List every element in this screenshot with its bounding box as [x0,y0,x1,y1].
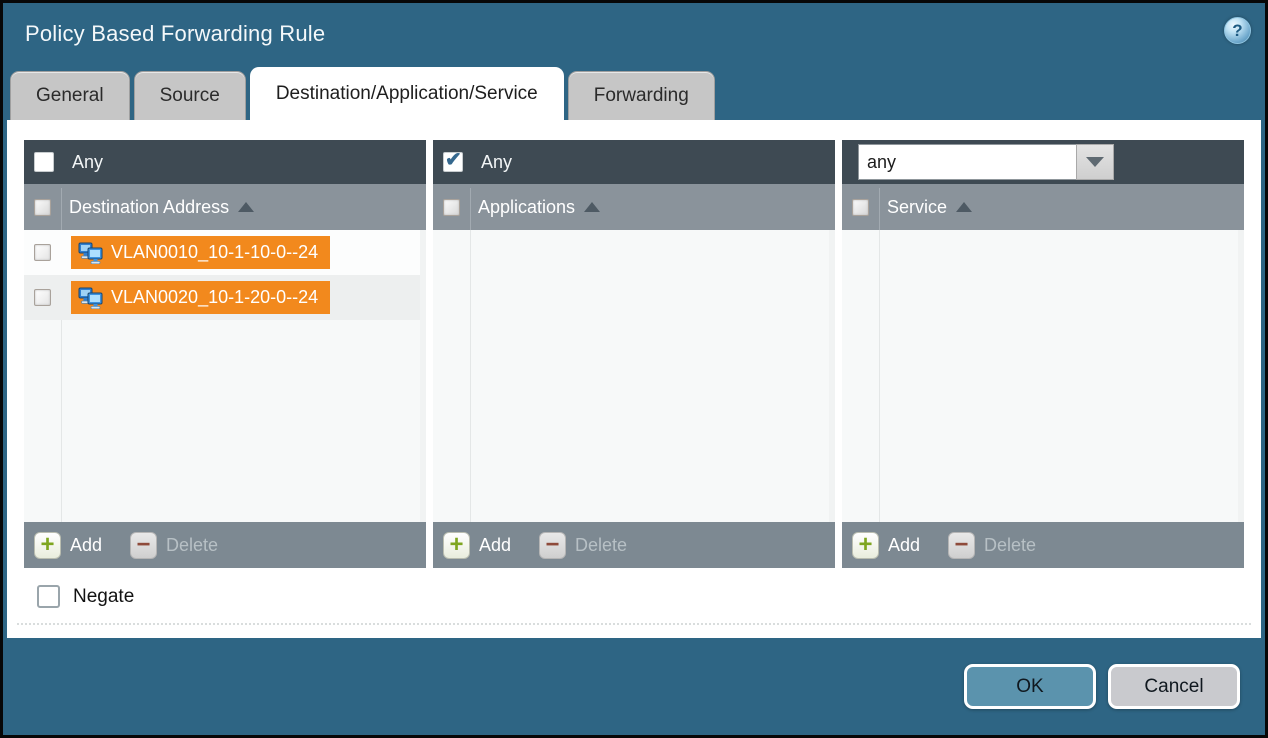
address-object-label: VLAN0010_10-1-10-0--24 [111,242,318,263]
service-dropdown-input[interactable] [858,144,1076,180]
row-checkbox[interactable] [34,289,51,306]
panels: Any Destination Address [24,140,1244,568]
service-dropdown-button[interactable] [1076,144,1114,180]
cancel-button[interactable]: Cancel [1108,664,1240,709]
tab-destination-application-service[interactable]: Destination/Application/Service [250,67,564,120]
destination-any-label: Any [72,152,103,173]
add-plus-icon: + [34,532,61,559]
delete-minus-icon: − [130,532,157,559]
add-button[interactable]: + Add [443,532,511,559]
applications-toolbar: + Add − Delete [433,522,835,568]
destination-header-label: Destination Address [69,197,229,218]
applications-column-header[interactable]: Applications [433,184,835,230]
delete-button[interactable]: − Delete [539,532,627,559]
applications-any-label: Any [481,152,512,173]
destination-any-checkbox[interactable] [34,152,54,172]
add-button[interactable]: + Add [34,532,102,559]
applications-select-all-checkbox[interactable] [443,199,460,216]
destination-toolbar: + Add − Delete [24,522,426,568]
network-address-icon [78,287,104,309]
ok-button[interactable]: OK [964,664,1096,709]
add-plus-icon: + [443,532,470,559]
add-button[interactable]: + Add [852,532,920,559]
service-list [842,230,1244,522]
destination-any-row: Any [24,140,426,184]
tab-forwarding[interactable]: Forwarding [568,71,715,120]
negate-row: Negate [37,585,1244,608]
dialog-footer: OK Cancel [3,638,1265,735]
negate-checkbox[interactable] [37,585,60,608]
service-header-label: Service [887,197,947,218]
delete-minus-icon: − [539,532,566,559]
applications-any-checkbox[interactable] [443,152,463,172]
destination-select-all-checkbox[interactable] [34,199,51,216]
add-plus-icon: + [852,532,879,559]
service-dropdown [858,144,1114,180]
delete-button[interactable]: − Delete [948,532,1036,559]
address-object-chip[interactable]: VLAN0020_10-1-20-0--24 [71,281,330,314]
applications-header-label: Applications [478,197,575,218]
delete-button[interactable]: − Delete [130,532,218,559]
destination-address-panel: Any Destination Address [24,140,426,568]
destination-column-header[interactable]: Destination Address [24,184,426,230]
table-row[interactable]: VLAN0020_10-1-20-0--24 [24,275,420,320]
negate-label: Negate [73,586,134,608]
tab-bar: General Source Destination/Application/S… [3,67,1265,120]
delete-minus-icon: − [948,532,975,559]
table-row[interactable]: VLAN0010_10-1-10-0--24 [24,230,420,275]
dialog-title: Policy Based Forwarding Rule [25,21,325,47]
service-toolbar: + Add − Delete [842,522,1244,568]
tab-source[interactable]: Source [134,71,246,120]
tab-content: Any Destination Address [7,120,1261,638]
help-icon[interactable]: ? [1224,17,1251,44]
applications-panel: Any Applications + Add − Delete [433,140,835,568]
address-object-label: VLAN0020_10-1-20-0--24 [111,287,318,308]
service-panel: Service + Add − Delete [842,140,1244,568]
sort-ascending-icon[interactable] [956,202,972,212]
applications-list [433,230,835,522]
network-address-icon [78,242,104,264]
sort-ascending-icon[interactable] [238,202,254,212]
service-dropdown-row [842,140,1244,184]
destination-list: VLAN0010_10-1-10-0--24 [24,230,426,522]
row-checkbox[interactable] [34,244,51,261]
address-object-chip[interactable]: VLAN0010_10-1-10-0--24 [71,236,330,269]
applications-any-row: Any [433,140,835,184]
policy-based-forwarding-dialog: Policy Based Forwarding Rule ? General S… [0,0,1268,738]
service-select-all-checkbox[interactable] [852,199,869,216]
sort-ascending-icon[interactable] [584,202,600,212]
title-bar: Policy Based Forwarding Rule ? [3,3,1265,67]
chevron-down-icon [1086,157,1104,167]
tab-general[interactable]: General [10,71,130,120]
service-column-header[interactable]: Service [842,184,1244,230]
